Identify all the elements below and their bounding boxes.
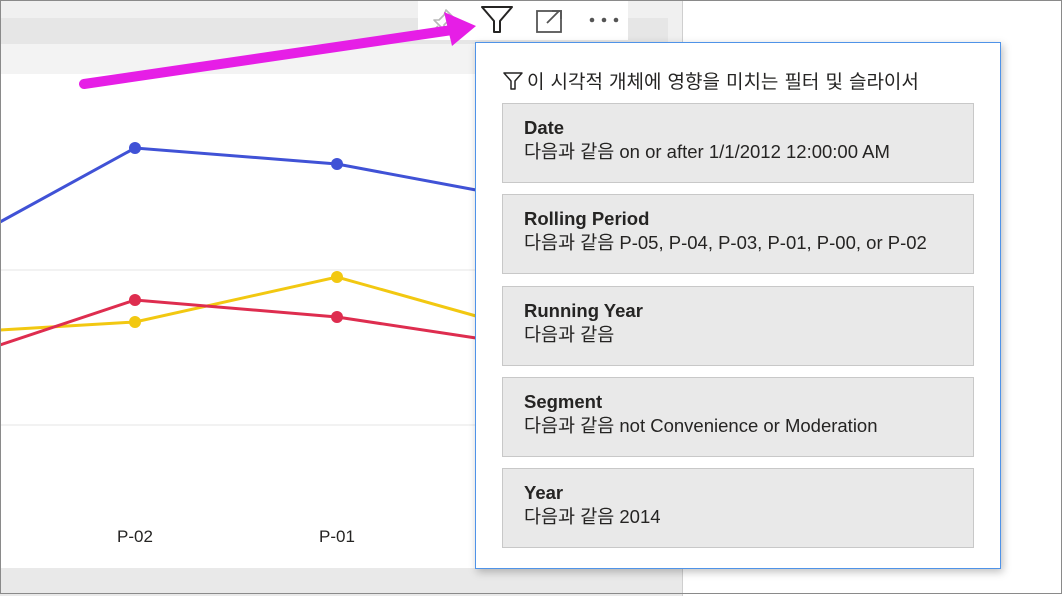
data-point[interactable]: [129, 142, 141, 154]
pin-icon[interactable]: [428, 6, 458, 36]
filter-card-year[interactable]: Year 다음과 같음 2014: [502, 468, 974, 548]
data-point[interactable]: [129, 294, 141, 306]
filter-popup: 이 시각적 개체에 영향을 미치는 필터 및 슬라이서 Date 다음과 같음 …: [475, 42, 1001, 569]
filter-card-rolling-period[interactable]: Rolling Period 다음과 같음 P-05, P-04, P-03, …: [502, 194, 974, 274]
series-blue-line: [0, 142, 477, 224]
filter-value: 다음과 같음 P-05, P-04, P-03, P-01, P-00, or …: [524, 232, 927, 253]
data-point[interactable]: [331, 311, 343, 323]
x-axis-label: P-02: [117, 527, 153, 546]
more-options-icon[interactable]: [586, 10, 626, 30]
filter-card-date[interactable]: Date 다음과 같음 on or after 1/1/2012 12:00:0…: [502, 103, 974, 183]
filter-card-segment[interactable]: Segment 다음과 같음 not Convenience or Modera…: [502, 377, 974, 457]
filter-name: Year: [524, 482, 564, 503]
filter-name: Rolling Period: [524, 208, 650, 229]
filter-value: 다음과 같음 2014: [524, 506, 661, 527]
filter-name: Date: [524, 117, 565, 138]
data-point[interactable]: [129, 316, 141, 328]
filter-value: 다음과 같음 not Convenience or Moderation: [524, 415, 878, 436]
focus-mode-icon[interactable]: [534, 6, 566, 36]
filter-value: 다음과 같음: [524, 324, 615, 345]
filter-card-running-year[interactable]: Running Year 다음과 같음: [502, 286, 974, 366]
filter-name: Running Year: [524, 300, 643, 321]
series-red-line: [0, 294, 477, 347]
filter-icon: [503, 71, 523, 90]
x-axis-label: P-01: [319, 527, 355, 546]
data-point[interactable]: [331, 158, 343, 170]
popup-title-text: 이 시각적 개체에 영향을 미치는 필터 및 슬라이서: [527, 71, 919, 93]
filter-name: Segment: [524, 391, 603, 412]
data-point[interactable]: [331, 271, 343, 283]
popup-title: 이 시각적 개체에 영향을 미치는 필터 및 슬라이서: [502, 67, 919, 94]
filter-value: 다음과 같음 on or after 1/1/2012 12:00:00 AM: [524, 141, 890, 162]
filter-icon[interactable]: [478, 3, 516, 37]
